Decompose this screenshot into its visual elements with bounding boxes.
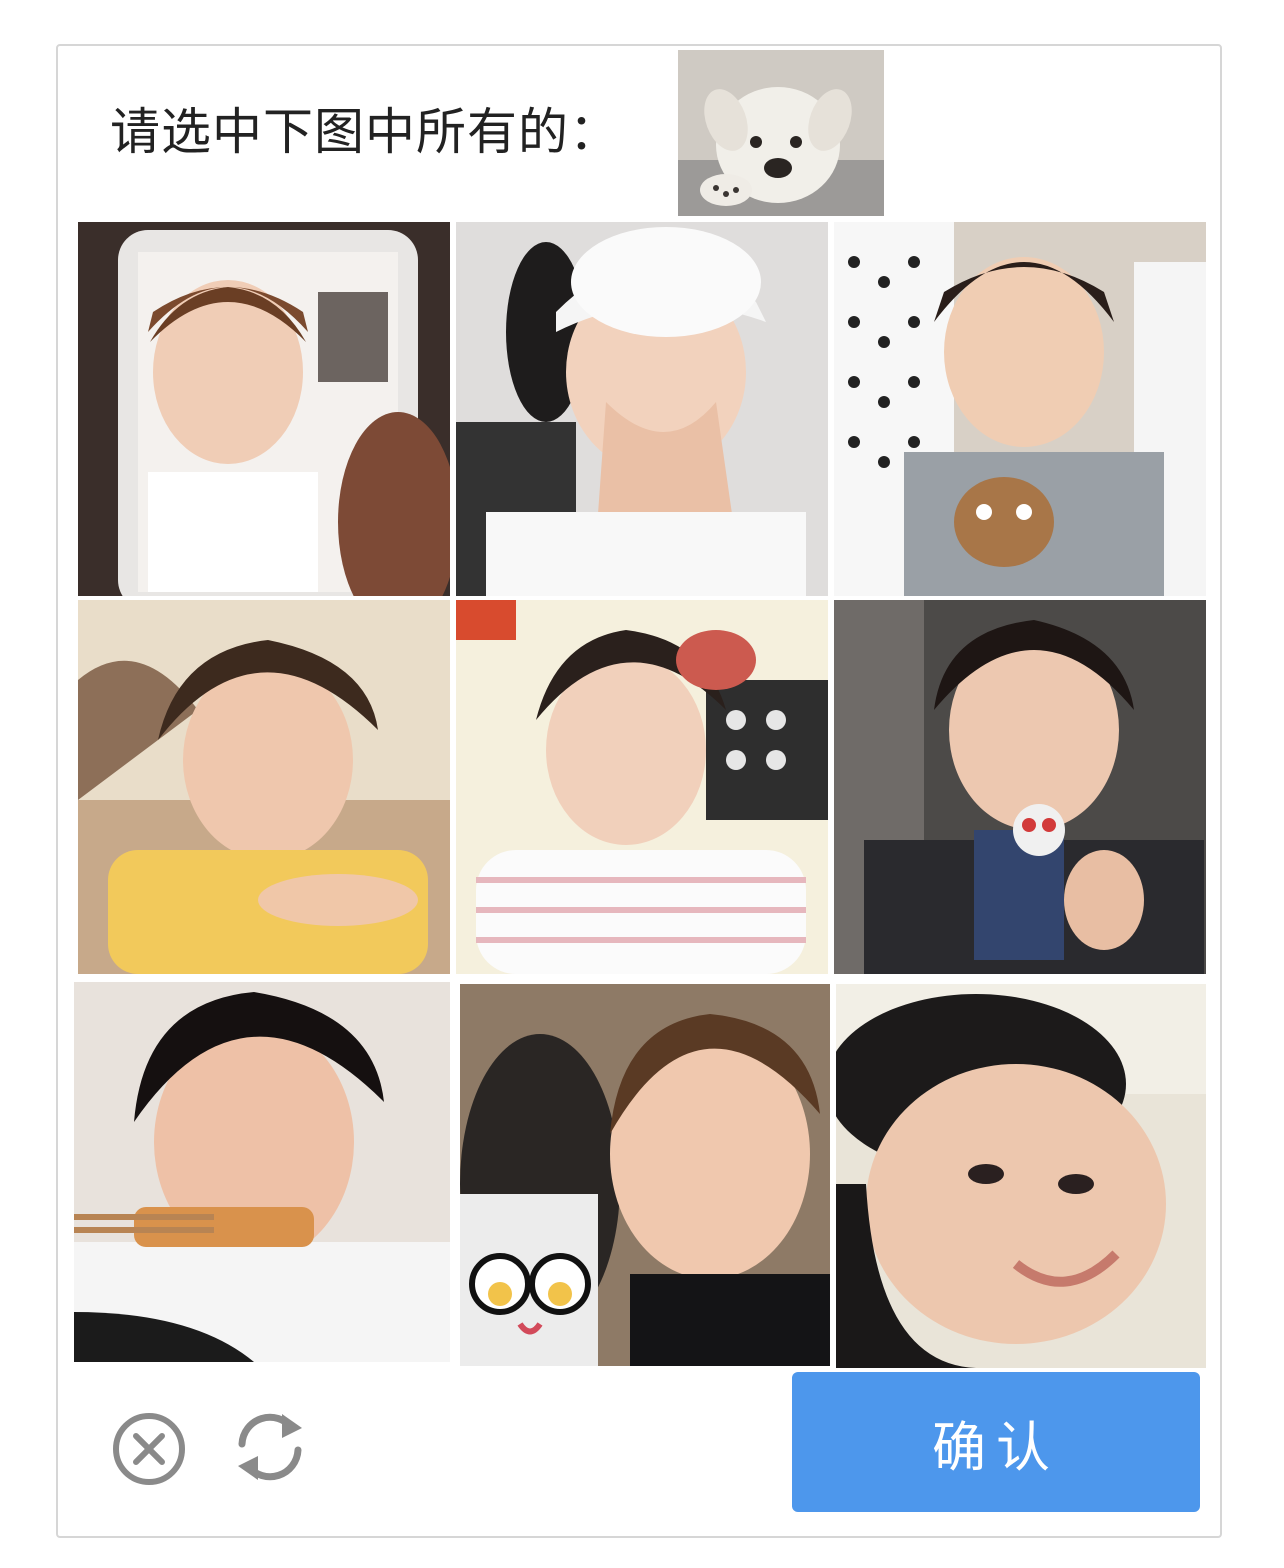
image-grid [74,220,1206,1368]
confirm-button[interactable]: 确认 [792,1372,1200,1512]
tile-5[interactable] [456,600,828,974]
tile-1[interactable] [78,222,450,596]
person-photo-icon [74,982,450,1362]
person-photo-icon [834,222,1206,596]
tile-4[interactable] [78,600,450,974]
person-photo-icon [834,600,1206,974]
tile-7[interactable] [74,982,450,1362]
captcha-footer: 确认 [58,1368,1220,1538]
tile-9[interactable] [836,984,1206,1368]
refresh-icon[interactable] [230,1406,310,1488]
person-photo-icon [460,984,830,1366]
tile-2[interactable] [456,222,828,596]
tile-3[interactable] [834,222,1206,596]
tile-6[interactable] [834,600,1206,974]
close-circle-icon[interactable] [110,1410,188,1488]
person-photo-icon [456,600,828,974]
person-photo-icon [836,984,1206,1368]
captcha-header: 请选中下图中所有的： [58,46,1220,222]
captcha-prompt: 请选中下图中所有的： [110,103,620,161]
captcha-dialog: 请选中下图中所有的： 确认 [56,44,1222,1538]
reference-puppy-image [678,50,884,216]
tile-8[interactable] [460,984,830,1366]
person-photo-icon [78,600,450,974]
person-photo-icon [78,222,450,596]
person-photo-icon [456,222,828,596]
